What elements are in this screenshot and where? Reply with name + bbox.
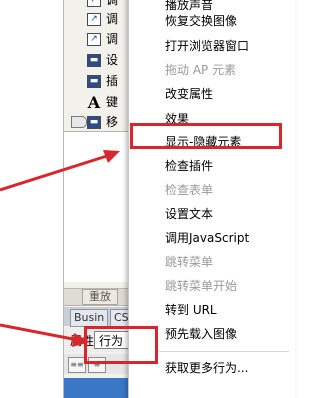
behavior-label: 键 bbox=[106, 95, 119, 109]
menu-item-restore-swap-image[interactable]: 恢复交换图像 bbox=[129, 10, 295, 32]
window-icon: ▬ bbox=[87, 75, 101, 88]
replay-button[interactable]: 重放 bbox=[82, 289, 118, 305]
behavior-label: 插 bbox=[106, 74, 119, 88]
checkbox-icon: ↗ bbox=[87, 0, 101, 7]
tab-business[interactable]: Busin bbox=[70, 309, 109, 327]
menu-item-jump-menu-go: 跳转菜单开始 bbox=[165, 279, 238, 293]
menu-separator bbox=[159, 351, 289, 352]
menu-item-check-plugin[interactable]: 检查插件 bbox=[129, 155, 295, 177]
menu-item-validate-form: 检查表单 bbox=[165, 183, 214, 197]
behavior-label: 调 bbox=[106, 12, 119, 26]
behavior-label: 调 bbox=[106, 0, 119, 7]
window-icon: ▬ bbox=[87, 116, 101, 129]
checkbox-icon: ↗ bbox=[87, 13, 101, 26]
menu-item-jump-menu: 跳转菜单 bbox=[165, 255, 214, 269]
annotation-select-box bbox=[84, 326, 158, 364]
menu-item-open-browser-window[interactable]: 打开浏览器窗口 bbox=[129, 35, 295, 57]
behavior-label: 移 bbox=[106, 115, 119, 129]
behavior-label: 调 bbox=[106, 32, 119, 46]
annotation-highlight-box bbox=[130, 123, 282, 149]
behavior-label: 设 bbox=[106, 53, 119, 67]
row-pointer-icon bbox=[71, 116, 87, 128]
menu-item-go-to-url[interactable]: 转到 URL bbox=[129, 299, 295, 321]
window-icon: ▬ bbox=[87, 54, 101, 67]
menu-item-set-text[interactable]: 设置文本 bbox=[129, 203, 295, 225]
menu-item-call-javascript[interactable]: 调用JavaScript bbox=[129, 227, 295, 249]
menu-item-change-property[interactable]: 改变属性 bbox=[129, 83, 295, 105]
checkbox-icon: ↗ bbox=[87, 33, 101, 46]
menu-item-drag-ap-element: 拖动 AP 元素 bbox=[165, 63, 237, 77]
letter-a-icon: A bbox=[87, 93, 101, 112]
